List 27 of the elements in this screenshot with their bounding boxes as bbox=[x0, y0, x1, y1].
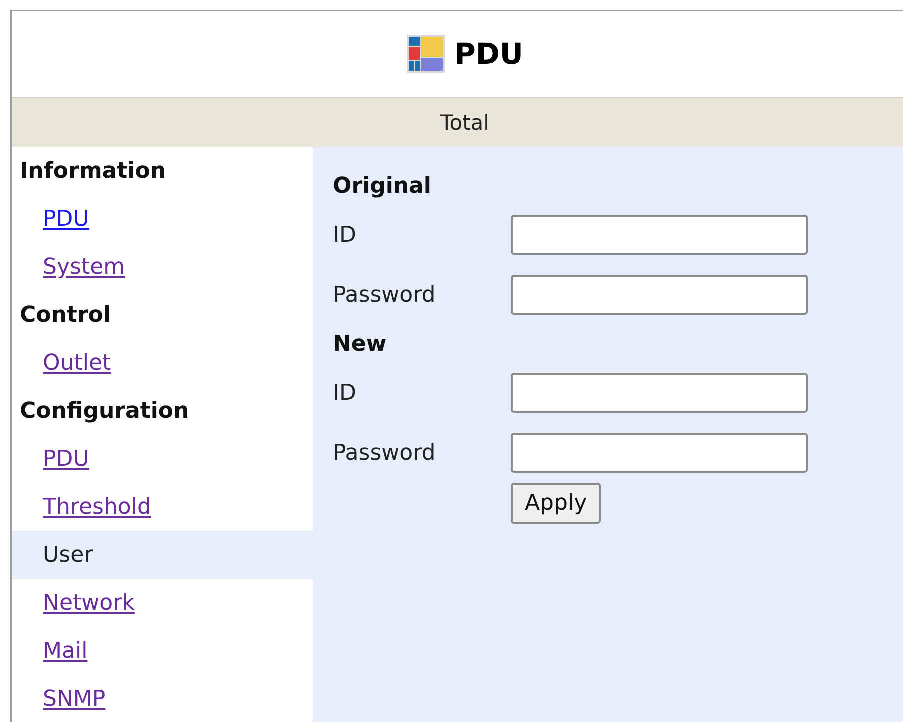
sidebar-link[interactable]: System bbox=[43, 254, 126, 280]
sidebar-item-selected[interactable]: User bbox=[12, 531, 313, 579]
sidebar-heading: Configuration bbox=[20, 398, 190, 424]
input-field[interactable] bbox=[511, 275, 808, 315]
section-heading: Original bbox=[333, 172, 432, 200]
apply-button[interactable]: Apply bbox=[511, 483, 602, 524]
input-field[interactable] bbox=[511, 215, 808, 255]
field-label: Password bbox=[333, 282, 437, 308]
section-heading: New bbox=[333, 330, 388, 358]
sidebar-heading: Information bbox=[20, 158, 166, 184]
input-field[interactable] bbox=[511, 373, 808, 413]
input-field[interactable] bbox=[511, 433, 808, 473]
current-page-label: User bbox=[43, 542, 94, 568]
sidebar-link[interactable]: Network bbox=[43, 590, 135, 616]
sidebar-link[interactable]: SNMP bbox=[43, 686, 106, 712]
sidebar-link[interactable]: PDU bbox=[43, 206, 90, 232]
sidebar-link[interactable]: Outlet bbox=[43, 350, 112, 376]
sidebar-heading: Control bbox=[20, 302, 111, 328]
field-label: ID bbox=[333, 222, 358, 248]
subtitle-text: Total bbox=[440, 110, 490, 135]
page-title: PDU bbox=[454, 37, 524, 72]
field-label: ID bbox=[333, 380, 358, 406]
field-label: Password bbox=[333, 440, 437, 466]
sidebar-link[interactable]: Threshold bbox=[43, 494, 152, 520]
sidebar-link[interactable]: PDU bbox=[43, 446, 90, 472]
logo-icon bbox=[406, 35, 445, 74]
sidebar-link[interactable]: Mail bbox=[43, 638, 88, 664]
